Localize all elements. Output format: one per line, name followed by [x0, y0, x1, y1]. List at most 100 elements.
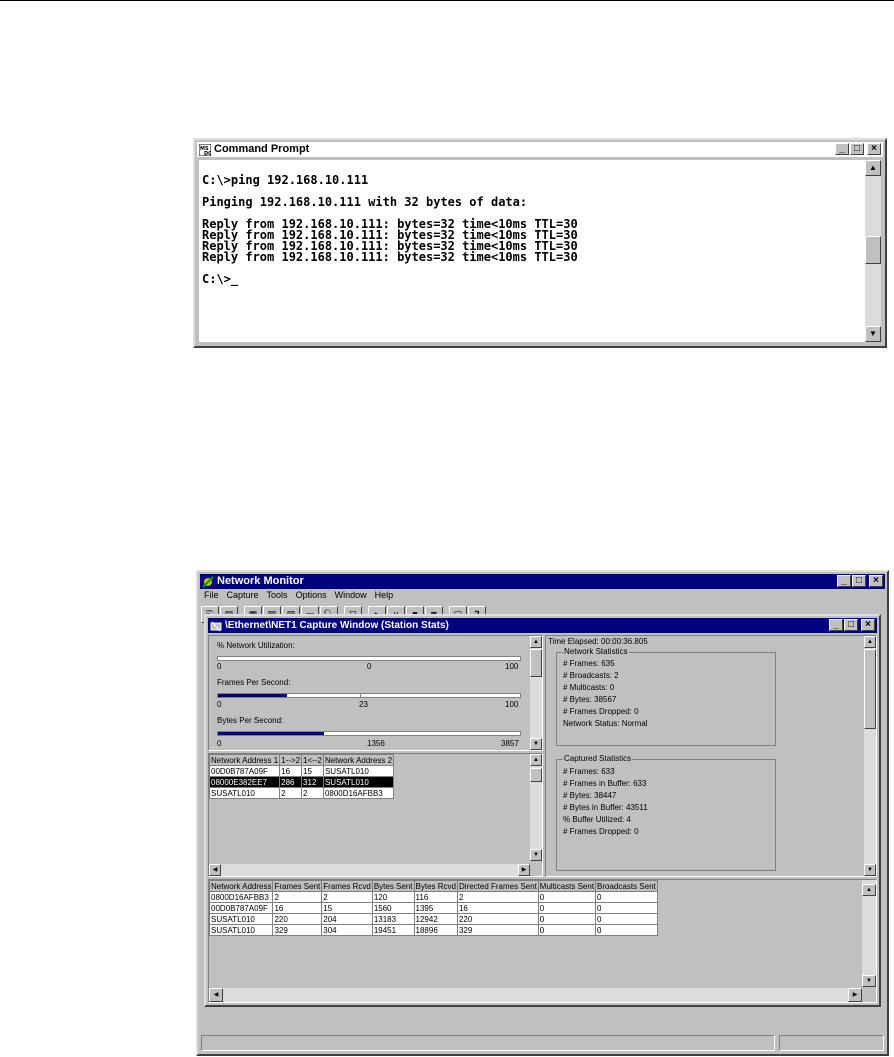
console-vertical-scrollbar[interactable]: ▲ ▼ — [865, 160, 881, 342]
table-cell: 2 — [456, 891, 539, 903]
session-pane-vscroll[interactable]: ▲ ▼ — [530, 754, 542, 861]
menu-window[interactable]: Window — [335, 590, 367, 603]
command-prompt-window[interactable]: MS DOS Command Prompt _ □ × C:\>ping 192… — [193, 138, 887, 348]
capture-window-titlebar[interactable]: \Ethernet\NET1 Capture Window (Station S… — [208, 618, 877, 633]
scroll-down-button[interactable]: ▼ — [862, 975, 876, 987]
table-row[interactable]: SUSATL010 2 2 0800D16AFBB3 — [209, 787, 395, 799]
table-cell: 15 — [321, 902, 373, 914]
close-button[interactable]: × — [861, 619, 875, 631]
column-header[interactable]: Network Address — [209, 880, 274, 892]
capture-window[interactable]: \Ethernet\NET1 Capture Window (Station S… — [204, 614, 881, 1007]
table-row[interactable]: SUSATL010 220 204 13183 12942 220 0 0 — [209, 913, 658, 925]
maximize-button[interactable]: □ — [852, 575, 866, 587]
session-pane-hscroll[interactable]: ◀ ▶ — [209, 864, 530, 876]
station-stats-pane: Network Address Frames Sent Frames Rcvd Byt… — [208, 879, 877, 1003]
table-cell: SUSATL010 — [209, 913, 274, 925]
column-header[interactable]: Bytes Sent — [371, 880, 415, 892]
utilization-mid: 0 — [367, 662, 372, 671]
table-cell: 16 — [279, 765, 303, 777]
session-stats-table[interactable]: Network Address 1 1-->2 1<--2 Network Addre… — [209, 754, 395, 799]
close-button[interactable]: × — [867, 143, 881, 155]
scroll-thumb[interactable] — [530, 649, 542, 677]
frames-per-second-label: Frames Per Second: — [217, 678, 291, 687]
table-cell: 00D0B787A09F — [209, 765, 281, 777]
bytes-mid: 1356 — [367, 739, 385, 748]
command-prompt-titlebar[interactable]: MS DOS Command Prompt _ □ × — [197, 142, 883, 157]
close-button[interactable]: × — [869, 575, 883, 587]
column-header[interactable]: Network Address 2 — [322, 754, 395, 766]
station-stats-table[interactable]: Network Address Frames Sent Frames Rcvd Byt… — [209, 880, 658, 936]
table-row[interactable]: 00D0B787A09F 16 15 SUSATL010 — [209, 765, 395, 777]
scroll-thumb[interactable] — [864, 649, 876, 729]
table-cell: SUSATL010 — [322, 765, 395, 777]
table-row[interactable]: SUSATL010 329 304 19451 18896 329 0 0 — [209, 924, 658, 936]
minimize-button[interactable]: _ — [835, 143, 849, 155]
bytes-min: 0 — [217, 739, 222, 748]
table-cell: 00D0B787A09F — [209, 902, 274, 914]
table-cell: 0 — [595, 924, 658, 936]
table-cell: 116 — [413, 891, 458, 903]
table-row[interactable]: 08000E382EE7 286 312 SUSATL010 — [209, 776, 395, 788]
scroll-thumb[interactable] — [530, 768, 542, 782]
table-cell: 0 — [537, 924, 597, 936]
bytes-max: 3857 — [501, 739, 519, 748]
capture-icon — [210, 621, 222, 631]
column-header[interactable]: Bytes Rcvd — [413, 880, 458, 892]
scroll-up-button[interactable]: ▲ — [865, 160, 881, 176]
stats-pane-scrollbar[interactable]: ▲ ▼ — [864, 636, 876, 876]
table-cell: SUSATL010 — [209, 924, 274, 936]
scroll-right-button[interactable]: ▶ — [518, 864, 530, 876]
graph-pane: % Network Utilization: 0 0 100 Frames Pe… — [208, 635, 543, 751]
minimize-button[interactable]: _ — [837, 575, 851, 587]
menu-capture[interactable]: Capture — [227, 590, 259, 603]
column-header[interactable]: Frames Sent — [272, 880, 323, 892]
minimize-button[interactable]: _ — [829, 619, 843, 631]
scroll-up-button[interactable]: ▲ — [530, 636, 542, 648]
maximize-button[interactable]: □ — [850, 143, 864, 155]
table-cell: 16 — [272, 902, 323, 914]
scroll-left-button[interactable]: ◀ — [209, 864, 221, 876]
utilization-min: 0 — [217, 662, 222, 671]
utilization-label: % Network Utilization: — [217, 641, 295, 650]
table-cell: 0 — [595, 902, 658, 914]
command-prompt-icon: MS DOS — [199, 143, 211, 156]
network-monitor-titlebar[interactable]: Network Monitor _ □ × — [200, 574, 885, 589]
table-row[interactable]: 0800D16AFBB3 2 2 120 116 2 0 0 — [209, 891, 658, 903]
table-cell: 2 — [301, 787, 324, 799]
scroll-up-button[interactable]: ▲ — [862, 884, 876, 896]
column-header[interactable]: Frames Rcvd — [321, 880, 373, 892]
menu-tools[interactable]: Tools — [267, 590, 288, 603]
bytes-per-second-label: Bytes Per Second: — [217, 716, 284, 725]
network-statistics-label: Network Statistics — [563, 647, 629, 656]
column-header[interactable]: Multicasts Sent — [537, 880, 597, 892]
station-pane-hscroll[interactable]: ◀ ▶ — [209, 988, 862, 1002]
graph-pane-scrollbar[interactable]: ▲ ▼ — [530, 636, 542, 750]
scroll-down-button[interactable]: ▼ — [865, 326, 881, 342]
scroll-up-button[interactable]: ▲ — [864, 636, 876, 648]
column-header[interactable]: Directed Frames Sent — [456, 880, 539, 892]
network-monitor-icon — [202, 575, 214, 588]
table-cell: 304 — [321, 924, 373, 936]
column-header[interactable]: Network Address 1 — [209, 754, 281, 766]
scroll-down-button[interactable]: ▼ — [530, 849, 542, 861]
table-row[interactable]: 00D0B787A09F 16 15 1560 1395 16 0 0 — [209, 902, 658, 914]
menu-help[interactable]: Help — [375, 590, 394, 603]
menu-file[interactable]: File — [204, 590, 219, 603]
menu-bar: File Capture Tools Options Window Help — [201, 590, 393, 603]
stat-line: # Bytes in Buffer: 43511 — [563, 803, 648, 812]
column-header[interactable]: Broadcasts Sent — [595, 880, 658, 892]
scroll-left-button[interactable]: ◀ — [209, 988, 223, 1002]
scroll-right-button[interactable]: ▶ — [848, 988, 862, 1002]
scroll-up-button[interactable]: ▲ — [530, 754, 542, 766]
menu-options[interactable]: Options — [296, 590, 327, 603]
station-pane-vscroll[interactable]: ▲ ▼ — [862, 880, 876, 987]
scroll-thumb[interactable] — [865, 236, 881, 264]
network-monitor-window[interactable]: Network Monitor _ □ × File Capture Tools Op… — [196, 570, 889, 1056]
column-header[interactable]: 1-->2 — [279, 754, 303, 766]
column-header[interactable]: 1<--2 — [301, 754, 324, 766]
scroll-down-button[interactable]: ▼ — [864, 864, 876, 876]
scroll-down-button[interactable]: ▼ — [530, 738, 542, 750]
table-cell: 12942 — [413, 913, 458, 925]
console-output[interactable]: C:\>ping 192.168.10.111 Pinging 192.168.1… — [199, 160, 865, 342]
maximize-button[interactable]: □ — [844, 619, 858, 631]
